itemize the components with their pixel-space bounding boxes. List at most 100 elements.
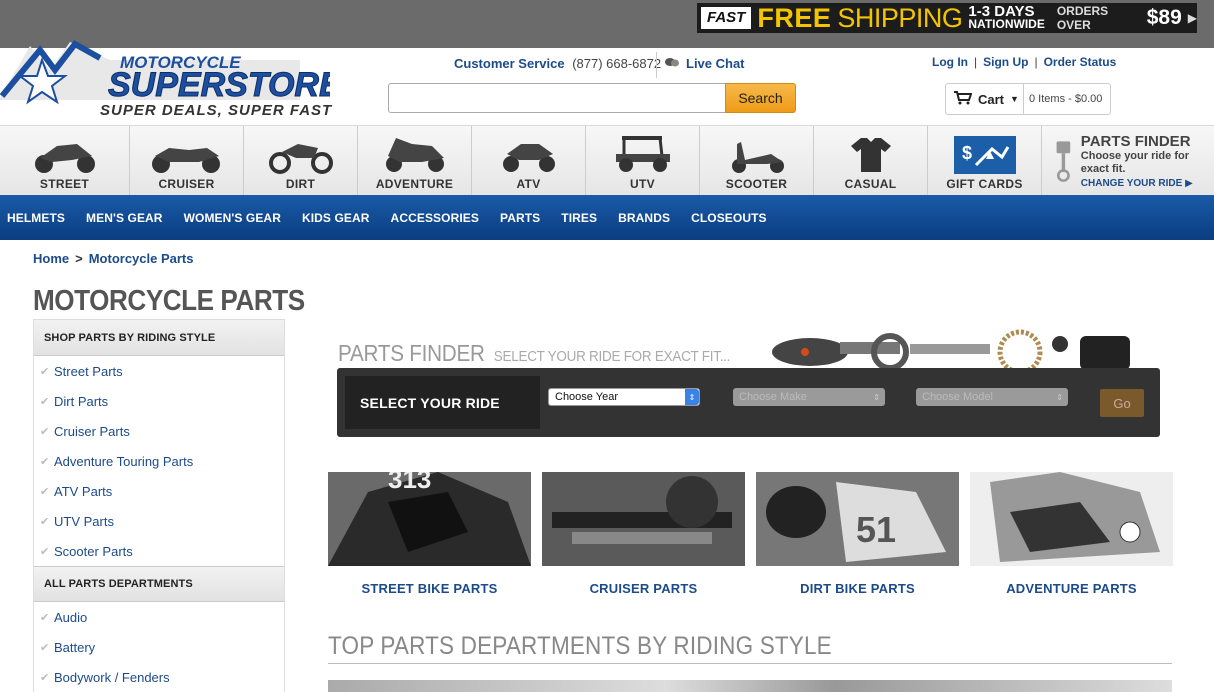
nav-closeouts[interactable]: CLOSEOUTS: [691, 211, 767, 225]
nav-mens-gear[interactable]: MEN'S GEAR: [86, 211, 163, 225]
order-status-link[interactable]: Order Status: [1044, 55, 1117, 69]
category-label: DIRT: [285, 177, 316, 191]
separator: |: [974, 55, 978, 69]
nav-accessories[interactable]: ACCESSORIES: [391, 211, 479, 225]
search-input[interactable]: [388, 83, 726, 113]
sidebar-item-audio[interactable]: ✔ Audio: [34, 602, 284, 632]
check-icon: ✔: [40, 455, 50, 468]
sidebar-item-dirt-parts[interactable]: ✔ Dirt Parts: [34, 386, 284, 416]
tile-label: CRUISER PARTS: [589, 581, 698, 596]
category-casual[interactable]: CASUAL: [814, 126, 928, 196]
go-button[interactable]: Go: [1100, 389, 1144, 417]
category-scooter[interactable]: SCOOTER: [700, 126, 814, 196]
check-icon: ✔: [40, 671, 50, 684]
sidebar-item-adventure-touring-parts[interactable]: ✔ Adventure Touring Parts: [34, 446, 284, 476]
logo-graphic: MOTORCYCLE SUPERSTORE: [0, 40, 343, 105]
tagline: SUPER DEALS, SUPER FAST: [100, 102, 333, 119]
parts-finder-heading: PARTS FINDER SELECT YOUR RIDE FOR EXACT …: [338, 340, 730, 367]
sidebar-item-label: UTV Parts: [54, 513, 114, 529]
check-icon: ✔: [40, 485, 50, 498]
cruiser-bike-icon: [151, 148, 220, 173]
check-icon: ✔: [40, 641, 50, 654]
sidebar-item-atv-parts[interactable]: ✔ ATV Parts: [34, 476, 284, 506]
sidebar-item-scooter-parts[interactable]: ✔ Scooter Parts: [34, 536, 284, 566]
customer-service-phone: (877) 668-6872: [572, 56, 662, 71]
sidebar-item-label: Bodywork / Fenders: [54, 669, 170, 685]
nav-tires[interactable]: TIRES: [561, 211, 597, 225]
sidebar-item-utv-parts[interactable]: ✔ UTV Parts: [34, 506, 284, 536]
atv-icon: [502, 144, 555, 172]
category-label: ADVENTURE: [375, 177, 454, 191]
breadcrumb-home[interactable]: Home: [33, 251, 69, 266]
category-cruiser[interactable]: CRUISER: [130, 126, 244, 196]
nav-brands[interactable]: BRANDS: [618, 211, 670, 225]
signup-link[interactable]: Sign Up: [983, 55, 1028, 69]
separator: |: [1034, 55, 1038, 69]
sidebar-item-cruiser-parts[interactable]: ✔ Cruiser Parts: [34, 416, 284, 446]
category-adventure[interactable]: ADVENTURE: [358, 126, 472, 196]
category-utv[interactable]: UTV: [586, 126, 700, 196]
chevron-down-icon: ▼: [1010, 94, 1019, 104]
sidebar-item-street-parts[interactable]: ✔ Street Parts: [34, 356, 284, 386]
adventure-bike-image: [970, 472, 1173, 566]
svg-text:SUPERSTORE: SUPERSTORE: [108, 66, 330, 104]
category-label: CRUISER: [158, 177, 215, 191]
main-nav: HELMETS MEN'S GEAR WOMEN'S GEAR KIDS GEA…: [0, 195, 1214, 240]
promo-days: 1-3 DAYS NATIONWIDE: [968, 4, 1044, 30]
sidebar-item-label: Scooter Parts: [54, 543, 133, 559]
tshirt-icon: [850, 138, 891, 172]
category-atv[interactable]: ATV: [472, 126, 586, 196]
tile-adventure-parts[interactable]: ADVENTURE PARTS: [970, 472, 1173, 596]
category-strip: STREET CRUISER DIRT ADVENTURE ATV UTV SC…: [0, 125, 1214, 196]
divider: [328, 663, 1172, 664]
search-button[interactable]: Search: [725, 83, 796, 113]
tile-cruiser-parts[interactable]: CRUISER PARTS: [542, 472, 745, 596]
gift-card-icon: $: [953, 136, 1016, 174]
sidebar-item-label: Battery: [54, 639, 96, 655]
check-icon: ✔: [40, 365, 50, 378]
nav-parts[interactable]: PARTS: [500, 211, 540, 225]
select-arrows-icon: ⇕: [685, 389, 699, 405]
category-dirt[interactable]: DIRT: [244, 126, 358, 196]
page-title: MOTORCYCLE PARTS: [33, 285, 305, 317]
year-select[interactable]: Choose Year ⇕: [548, 388, 700, 406]
login-link[interactable]: Log In: [932, 55, 968, 69]
parts-finder-promo[interactable]: PARTS FINDER Choose your ride for exact …: [1042, 126, 1214, 195]
cart-button[interactable]: Cart ▼: [946, 84, 1024, 114]
free-shipping-banner[interactable]: FAST FREE SHIPPING 1-3 DAYS NATIONWIDE O…: [697, 3, 1197, 33]
adventure-bike-icon: [385, 138, 444, 172]
parts-finder-title: PARTS FINDER: [338, 340, 485, 366]
model-select: Choose Model ⇕: [916, 388, 1068, 406]
svg-text:313: 313: [388, 472, 431, 494]
sidebar-item-label: Street Parts: [54, 363, 123, 379]
category-street[interactable]: STREET: [0, 126, 130, 196]
tile-label: ADVENTURE PARTS: [1006, 581, 1137, 596]
breadcrumb: Home > Motorcycle Parts: [33, 251, 193, 266]
promo-orders-over: ORDERS OVER: [1056, 4, 1109, 32]
cart-label: Cart: [978, 91, 1005, 107]
nav-helmets[interactable]: HELMETS: [7, 211, 65, 225]
select-ride-label: SELECT YOUR RIDE: [345, 376, 540, 429]
utv-icon: [615, 136, 670, 172]
sidebar-section-title: SHOP PARTS BY RIDING STYLE: [34, 320, 284, 356]
parts-hero-image: [772, 329, 1130, 372]
customer-service-label[interactable]: Customer Service: [454, 56, 565, 71]
nav-womens-gear[interactable]: WOMEN'S GEAR: [184, 211, 281, 225]
category-label: STREET: [39, 177, 90, 191]
check-icon: ✔: [40, 611, 50, 624]
customer-service[interactable]: Customer Service (877) 668-6872: [454, 56, 661, 71]
tile-label: DIRT BIKE PARTS: [800, 581, 915, 596]
nav-kids-gear[interactable]: KIDS GEAR: [302, 211, 370, 225]
live-chat-link[interactable]: Live Chat: [664, 56, 745, 71]
street-bike-icon: [34, 144, 95, 173]
tile-street-bike-parts[interactable]: 313 STREET BIKE PARTS: [328, 464, 531, 596]
change-ride-link[interactable]: CHANGE YOUR RIDE ▶: [1081, 178, 1214, 189]
promo-amount: $89: [1146, 6, 1182, 29]
sidebar-item-battery[interactable]: ✔ Battery: [34, 632, 284, 662]
category-gift-cards[interactable]: $ GIFT CARDS: [928, 126, 1042, 196]
breadcrumb-current[interactable]: Motorcycle Parts: [89, 251, 194, 266]
cart-widget: Cart ▼ 0 Items - $0.00: [945, 83, 1111, 115]
tile-dirt-bike-parts[interactable]: 51 DIRT BIKE PARTS: [756, 472, 959, 596]
category-label: GIFT CARDS: [946, 177, 1023, 191]
sidebar-item-bodywork-fenders[interactable]: ✔ Bodywork / Fenders: [34, 662, 284, 692]
